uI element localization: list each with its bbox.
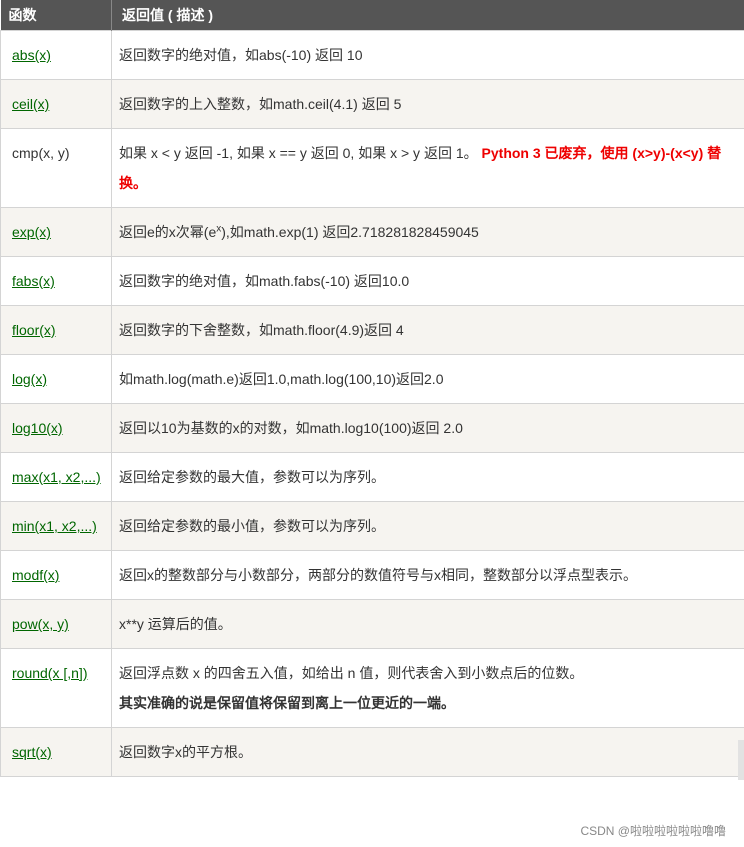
table-row: sqrt(x) 返回数字x的平方根。	[0, 727, 744, 777]
function-link-pow[interactable]: pow(x, y)	[12, 616, 69, 632]
table-row: abs(x) 返回数字的绝对值，如abs(-10) 返回 10	[0, 30, 744, 80]
table-row: floor(x) 返回数字的下舍整数，如math.floor(4.9)返回 4	[0, 305, 744, 355]
function-link-fabs[interactable]: fabs(x)	[12, 273, 55, 289]
table-row: ceil(x) 返回数字的上入整数，如math.ceil(4.1) 返回 5	[0, 79, 744, 129]
row-description: 返回数字的绝对值，如math.fabs(-10) 返回10.0	[111, 256, 744, 306]
row-description: 如果 x < y 返回 -1, 如果 x == y 返回 0, 如果 x > y…	[119, 145, 478, 161]
row-description: 返回以10为基数的x的对数，如math.log10(100)返回 2.0	[111, 403, 744, 453]
row-description: 返回数字的下舍整数，如math.floor(4.9)返回 4	[111, 305, 744, 355]
function-link-round[interactable]: round(x [,n])	[12, 665, 87, 681]
row-description-post: ),如math.exp(1) 返回2.718281828459045	[221, 224, 479, 240]
row-description: 如math.log(math.e)返回1.0,math.log(100,10)返…	[111, 354, 744, 404]
table-row: log10(x) 返回以10为基数的x的对数，如math.log10(100)返…	[0, 403, 744, 453]
row-description: 返回x的整数部分与小数部分，两部分的数值符号与x相同，整数部分以浮点型表示。	[111, 550, 744, 600]
row-description: x**y 运算后的值。	[111, 599, 744, 649]
row-description-pre: 返回e的x次幂(e	[119, 224, 217, 240]
table-header-row: 函数 返回值 ( 描述 )	[0, 0, 744, 31]
function-link-abs[interactable]: abs(x)	[12, 47, 51, 63]
row-description: 返回给定参数的最小值，参数可以为序列。	[111, 501, 744, 551]
row-description: 返回数字的绝对值，如abs(-10) 返回 10	[111, 30, 744, 80]
function-link-log[interactable]: log(x)	[12, 371, 47, 387]
function-link-exp[interactable]: exp(x)	[12, 224, 51, 240]
row-description: 返回数字x的平方根。	[111, 727, 744, 777]
table-row: max(x1, x2,...) 返回给定参数的最大值，参数可以为序列。	[0, 452, 744, 502]
table-row: modf(x) 返回x的整数部分与小数部分，两部分的数值符号与x相同，整数部分以…	[0, 550, 744, 600]
round-note: 其实准确的说是保留值将保留到离上一位更近的一端。	[119, 695, 455, 711]
csdn-watermark: CSDN @啦啦啦啦啦啦噜噜	[578, 822, 728, 839]
table-row: round(x [,n]) 返回浮点数 x 的四舍五入值，如给出 n 值，则代表…	[0, 648, 744, 728]
header-function: 函数	[0, 0, 112, 31]
table-row: min(x1, x2,...) 返回给定参数的最小值，参数可以为序列。	[0, 501, 744, 551]
function-name-cmp: cmp(x, y)	[12, 145, 70, 161]
row-description: 返回浮点数 x 的四舍五入值，如给出 n 值，则代表舍入到小数点后的位数。	[119, 665, 584, 681]
table-row: log(x) 如math.log(math.e)返回1.0,math.log(1…	[0, 354, 744, 404]
function-link-ceil[interactable]: ceil(x)	[12, 96, 49, 112]
header-description: 返回值 ( 描述 )	[111, 0, 744, 31]
function-link-modf[interactable]: modf(x)	[12, 567, 59, 583]
math-functions-table: 函数 返回值 ( 描述 ) abs(x) 返回数字的绝对值，如abs(-10) …	[0, 0, 744, 777]
function-link-floor[interactable]: floor(x)	[12, 322, 56, 338]
row-description: 返回给定参数的最大值，参数可以为序列。	[111, 452, 744, 502]
function-link-log10[interactable]: log10(x)	[12, 420, 63, 436]
row-description: 返回数字的上入整数，如math.ceil(4.1) 返回 5	[111, 79, 744, 129]
table-row: cmp(x, y) 如果 x < y 返回 -1, 如果 x == y 返回 0…	[0, 128, 744, 208]
function-link-max[interactable]: max(x1, x2,...)	[12, 469, 101, 485]
table-row: fabs(x) 返回数字的绝对值，如math.fabs(-10) 返回10.0	[0, 256, 744, 306]
scrollbar-fragment	[738, 740, 744, 780]
table-row: exp(x) 返回e的x次幂(ex),如math.exp(1) 返回2.7182…	[0, 207, 744, 257]
function-link-min[interactable]: min(x1, x2,...)	[12, 518, 97, 534]
table-row: pow(x, y) x**y 运算后的值。	[0, 599, 744, 649]
function-link-sqrt[interactable]: sqrt(x)	[12, 744, 52, 760]
